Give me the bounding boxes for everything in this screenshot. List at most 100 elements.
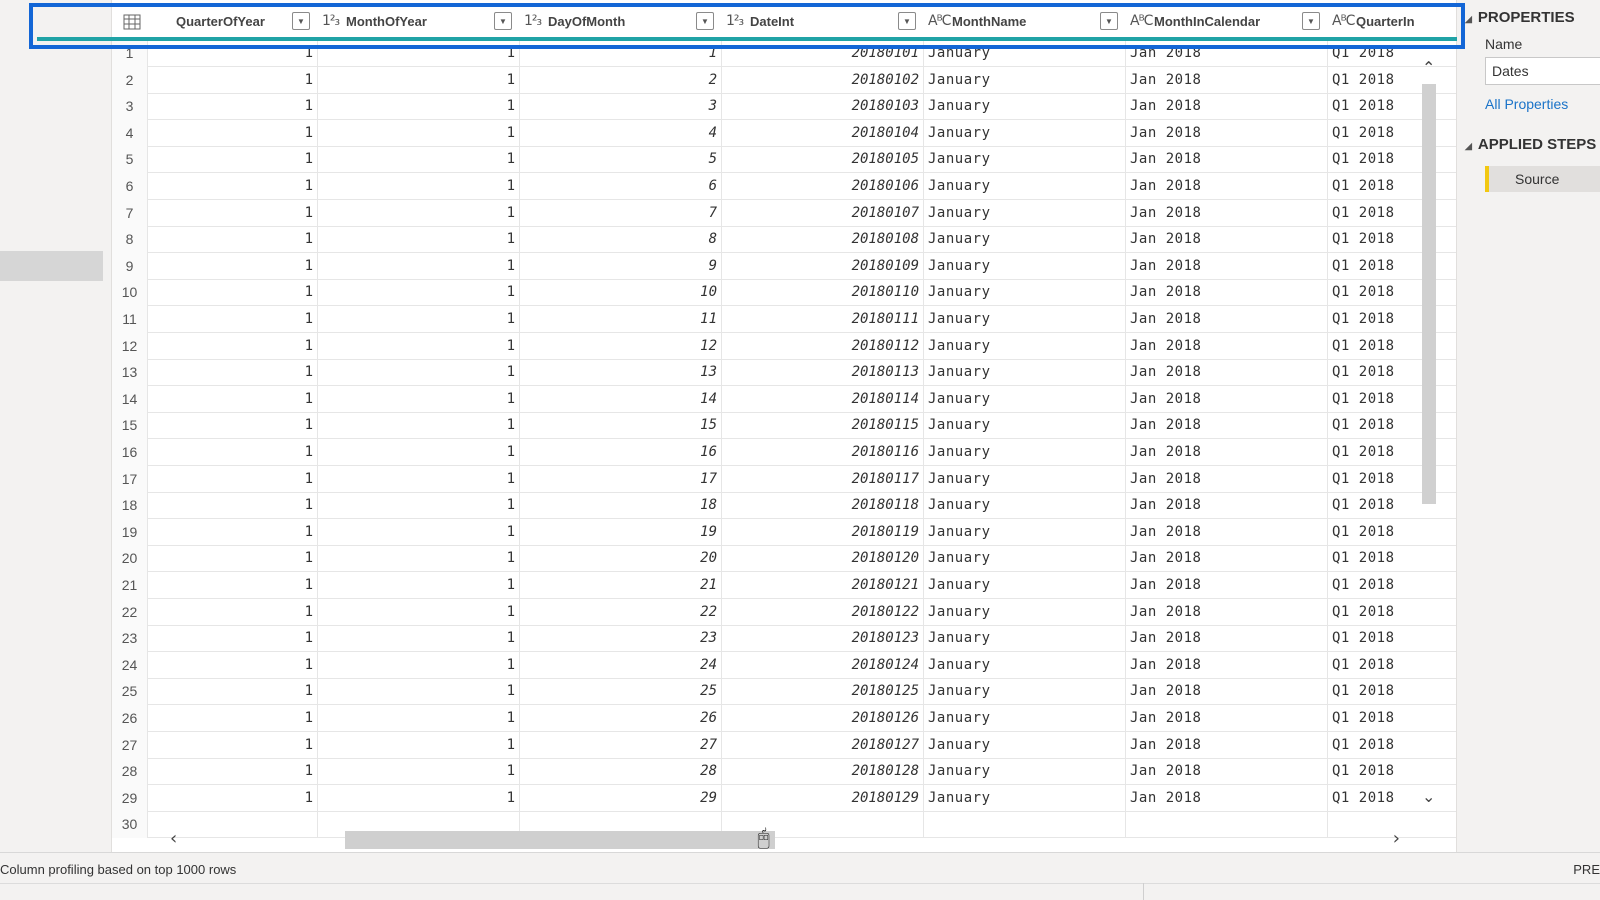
table-cell[interactable]: 12 (520, 332, 722, 360)
table-cell[interactable]: 1 (148, 518, 318, 546)
table-cell[interactable]: 6 (520, 173, 722, 200)
table-cell[interactable]: Jan 2018 (1126, 572, 1328, 599)
table-cell[interactable]: 1 (148, 439, 318, 466)
table-cell[interactable]: 1 (318, 784, 520, 812)
column-type-icon[interactable]: 1²₃ (318, 13, 346, 29)
table-cell[interactable]: 1 (318, 66, 520, 94)
table-row[interactable]: 23 1 1 23 20180123 January Jan 2018 Q1 2018 (112, 625, 1456, 653)
table-cell[interactable]: January (924, 518, 1126, 546)
table-cell[interactable]: Jan 2018 (1126, 439, 1328, 466)
table-cell[interactable]: Jan 2018 (1126, 66, 1328, 94)
table-cell[interactable]: 20180123 (722, 625, 924, 653)
table-cell[interactable]: 1 (148, 173, 318, 200)
table-row[interactable]: 2 1 1 2 20180102 January Jan 2018 Q1 2018 (112, 66, 1456, 94)
table-cell[interactable]: 1 (148, 705, 318, 732)
properties-heading[interactable]: ◢ PROPERTIES (1465, 9, 1575, 26)
column-header[interactable]: AᴮC MonthName ▼ (924, 7, 1126, 35)
table-row[interactable]: 6 1 1 6 20180106 January Jan 2018 Q1 2018 (112, 173, 1456, 200)
table-cell[interactable]: 18 (520, 492, 722, 520)
table-row[interactable]: 3 1 1 3 20180103 January Jan 2018 Q1 2018 (112, 93, 1456, 121)
table-cell[interactable]: Jan 2018 (1126, 40, 1328, 67)
table-cell[interactable]: January (924, 385, 1126, 413)
table-row[interactable]: 8 1 1 8 20180108 January Jan 2018 Q1 2018 (112, 226, 1456, 254)
filter-dropdown-icon[interactable]: ▼ (494, 12, 512, 30)
table-cell[interactable]: 20180103 (722, 93, 924, 121)
table-cell[interactable]: Jan 2018 (1126, 226, 1328, 254)
table-cell[interactable]: 1 (318, 359, 520, 387)
table-cell[interactable]: 20180124 (722, 651, 924, 679)
column-type-icon[interactable]: AᴮC (1328, 13, 1356, 29)
table-cell[interactable]: 20180110 (722, 279, 924, 307)
table-cell[interactable]: 1 (318, 598, 520, 626)
table-cell[interactable]: 1 (318, 492, 520, 520)
table-cell[interactable]: 20180128 (722, 758, 924, 786)
table-cell[interactable]: January (924, 758, 1126, 786)
table-row[interactable]: 24 1 1 24 20180124 January Jan 2018 Q1 2018 (112, 651, 1456, 679)
table-cell[interactable]: 1 (148, 465, 318, 493)
all-properties-link[interactable]: All Properties (1485, 96, 1568, 112)
table-cell[interactable]: 20180129 (722, 784, 924, 812)
table-cell[interactable]: 1 (148, 492, 318, 520)
table-cell[interactable]: 20180111 (722, 306, 924, 333)
table-cell[interactable]: 20180118 (722, 492, 924, 520)
table-cell[interactable]: 1 (148, 598, 318, 626)
scroll-right-icon[interactable]: › (1393, 828, 1400, 849)
table-cell[interactable]: 1 (148, 93, 318, 121)
table-cell[interactable]: January (924, 439, 1126, 466)
table-row[interactable]: 10 1 1 10 20180110 January Jan 2018 Q1 2018 (112, 279, 1456, 307)
table-cell[interactable]: 1 (148, 226, 318, 254)
table-cell[interactable]: 20180119 (722, 518, 924, 546)
table-cell[interactable]: Jan 2018 (1126, 784, 1328, 812)
table-row[interactable]: 15 1 1 15 20180115 January Jan 2018 Q1 2018 (112, 412, 1456, 440)
column-header[interactable]: 1²₃ DayOfMonth ▼ (520, 7, 722, 35)
table-cell[interactable]: 1 (148, 66, 318, 94)
table-cell[interactable]: 1 (148, 359, 318, 387)
table-cell[interactable]: Jan 2018 (1126, 332, 1328, 360)
table-cell[interactable]: 11 (520, 306, 722, 333)
table-cell[interactable]: January (924, 731, 1126, 759)
table-cell[interactable]: Jan 2018 (1126, 625, 1328, 653)
table-cell[interactable]: 20180112 (722, 332, 924, 360)
table-cell[interactable]: 1 (148, 279, 318, 307)
table-row[interactable]: 1 1 1 1 20180101 January Jan 2018 Q1 2018 (112, 40, 1456, 67)
table-cell[interactable]: 1 (148, 199, 318, 227)
table-cell[interactable]: 20 (520, 545, 722, 573)
table-cell[interactable]: 21 (520, 572, 722, 599)
table-row[interactable]: 25 1 1 25 20180125 January Jan 2018 Q1 2018 (112, 678, 1456, 706)
table-cell[interactable]: 1 (318, 678, 520, 706)
table-cell[interactable]: Jan 2018 (1126, 758, 1328, 786)
table-cell[interactable]: Jan 2018 (1126, 545, 1328, 573)
table-cell[interactable]: Jan 2018 (1126, 678, 1328, 706)
table-cell[interactable]: 1 (318, 545, 520, 573)
table-cell[interactable]: 4 (520, 119, 722, 147)
table-cell[interactable]: January (924, 279, 1126, 307)
table-row[interactable]: 18 1 1 18 20180118 January Jan 2018 Q1 2018 (112, 492, 1456, 520)
column-type-icon[interactable]: AᴮC (924, 13, 952, 29)
table-cell[interactable]: January (924, 572, 1126, 599)
table-cell[interactable]: 1 (318, 705, 520, 732)
table-cell[interactable]: January (924, 146, 1126, 174)
table-cell[interactable]: 1 (148, 332, 318, 360)
table-cell[interactable]: 19 (520, 518, 722, 546)
table-cell[interactable]: January (924, 412, 1126, 440)
selected-query-item[interactable] (0, 251, 103, 281)
table-cell[interactable]: 1 (318, 731, 520, 759)
table-row[interactable]: 20 1 1 20 20180120 January Jan 2018 Q1 2018 (112, 545, 1456, 573)
table-cell[interactable]: 1 (318, 226, 520, 254)
table-cell[interactable]: Jan 2018 (1126, 359, 1328, 387)
scroll-left-icon[interactable]: ‹ (170, 828, 177, 849)
table-cell[interactable]: 1 (318, 412, 520, 440)
table-cell[interactable]: Jan 2018 (1126, 279, 1328, 307)
horizontal-scrollbar[interactable]: ‹ › (140, 828, 1430, 852)
table-cell[interactable]: 17 (520, 465, 722, 493)
table-cell[interactable]: January (924, 625, 1126, 653)
table-cell[interactable]: Jan 2018 (1126, 705, 1328, 732)
table-cell[interactable]: 1 (318, 119, 520, 147)
table-cell[interactable]: 8 (520, 226, 722, 254)
table-cell[interactable]: 20180116 (722, 439, 924, 466)
column-header[interactable]: AᴮC QuarterIn (1328, 7, 1456, 35)
table-cell[interactable]: 1 (148, 678, 318, 706)
table-cell[interactable]: 23 (520, 625, 722, 653)
table-cell[interactable]: 20180102 (722, 66, 924, 94)
table-cell[interactable]: 1 (318, 625, 520, 653)
